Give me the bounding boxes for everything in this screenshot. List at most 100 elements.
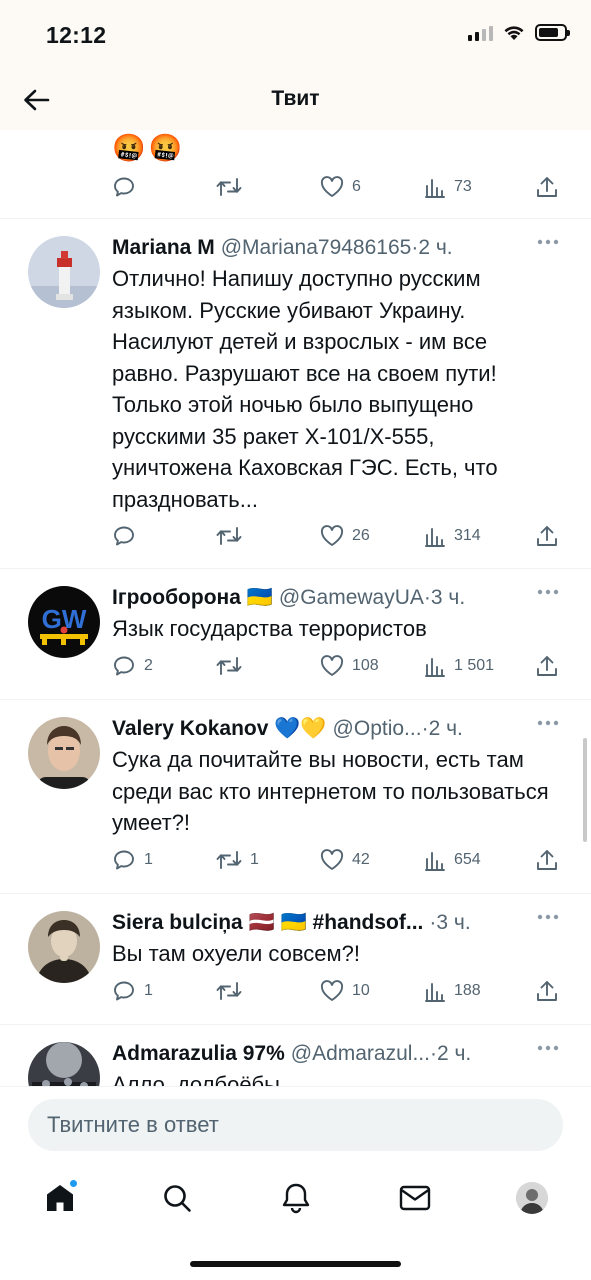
avatar[interactable]: GW <box>28 586 100 658</box>
retweet-button[interactable] <box>216 521 250 551</box>
tweet-time: 2 ч. <box>418 236 453 259</box>
author-name[interactable]: Siera bulciņa 🇱🇻 🇺🇦 #handsof... <box>112 911 423 935</box>
share-icon <box>537 656 557 676</box>
heart-icon <box>320 525 344 546</box>
profile-avatar <box>516 1182 548 1214</box>
views-button[interactable]: 188 <box>424 976 481 1006</box>
share-button[interactable] <box>536 651 558 681</box>
share-button[interactable] <box>536 172 558 202</box>
retweet-button[interactable] <box>216 651 250 681</box>
avatar[interactable] <box>28 717 100 789</box>
more-icon[interactable] <box>537 1045 559 1051</box>
views-button[interactable]: 654 <box>424 845 481 875</box>
like-button[interactable]: 10 <box>320 976 370 1006</box>
page-title: Твит <box>271 87 320 110</box>
views-button[interactable]: 1 501 <box>424 651 494 681</box>
reply-icon <box>114 850 134 870</box>
retweet-icon <box>216 527 242 545</box>
author-name[interactable]: Ігрооборона 🇺🇦 <box>112 586 273 610</box>
tweet-item[interactable]: GW Ігрооборона 🇺🇦 @GamewayUA · 3 ч. Язык… <box>0 569 591 699</box>
tweet-header: Valery Kokanov 💙💛 @Optio... · 2 ч. <box>112 714 523 744</box>
nav-search[interactable] <box>157 1178 197 1218</box>
tweet-text: Язык государства террористов <box>112 616 427 641</box>
share-button[interactable] <box>536 845 558 875</box>
more-icon[interactable] <box>537 589 559 595</box>
like-button[interactable]: 108 <box>320 651 379 681</box>
mail-icon <box>399 1185 431 1211</box>
avatar[interactable] <box>28 1042 100 1086</box>
views-button[interactable]: 314 <box>424 521 481 551</box>
reply-button[interactable]: 2 <box>112 651 153 681</box>
reply-icon <box>114 981 134 1001</box>
share-button[interactable] <box>536 521 558 551</box>
author-handle[interactable]: @Optio... <box>333 717 422 741</box>
retweet-icon <box>216 851 242 869</box>
scrollbar[interactable] <box>583 738 587 842</box>
status-time: 12:12 <box>46 22 107 48</box>
views-chart-icon <box>425 658 445 677</box>
separator: · <box>411 236 419 259</box>
reply-composer: Твитните в ответ <box>0 1086 591 1162</box>
tweet-item[interactable]: Mariana M @Mariana79486165 · 2 ч. Отличн… <box>0 219 591 568</box>
reply-button[interactable] <box>112 521 144 551</box>
tweet-item[interactable]: Valery Kokanov 💙💛 @Optio... · 2 ч. Сука … <box>0 700 591 893</box>
like-button[interactable]: 42 <box>320 845 370 875</box>
cellular-signal-icon <box>468 25 493 41</box>
retweet-icon <box>216 657 242 675</box>
replies-feed[interactable]: 🤬🤬 6 73 Mariana M @Mariana79486165 · 2 ч… <box>0 130 591 1086</box>
share-icon <box>537 850 557 870</box>
reply-button[interactable]: 1 <box>112 976 153 1006</box>
tweet-item[interactable]: Siera bulciņa 🇱🇻 🇺🇦 #handsof... · 3 ч. В… <box>0 894 591 1024</box>
nav-home[interactable] <box>40 1178 80 1218</box>
heart-icon <box>320 849 344 870</box>
heart-icon <box>320 655 344 676</box>
like-button[interactable]: 6 <box>320 172 361 202</box>
tweet-text: Отлично! Напишу доступно русским языком.… <box>112 266 498 512</box>
more-icon[interactable] <box>537 720 559 726</box>
retweet-button[interactable] <box>216 172 250 202</box>
separator: · <box>423 586 431 609</box>
retweet-icon <box>216 178 242 196</box>
tweet-header: Ігрооборона 🇺🇦 @GamewayUA · 3 ч. <box>112 583 523 613</box>
avatar[interactable] <box>28 911 100 983</box>
tweet-actions: 6 73 <box>112 172 572 202</box>
tweet-item[interactable]: Admarazulia 97% @Admarazul... · 2 ч. Алл… <box>0 1025 591 1086</box>
tweet-actions: 1 10 188 <box>112 976 572 1006</box>
tweet-actions: 1 1 42 654 <box>112 845 572 875</box>
author-name[interactable]: Admarazulia 97% <box>112 1042 285 1066</box>
author-handle[interactable]: @Mariana79486165 <box>221 236 412 260</box>
more-icon[interactable] <box>537 914 559 920</box>
bell-icon <box>282 1183 310 1214</box>
views-button[interactable]: 73 <box>424 172 472 202</box>
reply-button[interactable] <box>112 172 144 202</box>
like-button[interactable]: 26 <box>320 521 370 551</box>
nav-profile[interactable] <box>512 1178 552 1218</box>
retweet-button[interactable] <box>216 976 250 1006</box>
tweet-header: Admarazulia 97% @Admarazul... · 2 ч. <box>112 1039 523 1069</box>
share-button[interactable] <box>536 976 558 1006</box>
tweet-time: 3 ч. <box>430 586 466 609</box>
views-chart-icon <box>425 983 445 1002</box>
author-name[interactable]: Mariana M <box>112 236 215 260</box>
tweet-text: Алло, долбоёбы <box>112 1072 280 1086</box>
author-handle[interactable]: @GamewayUA <box>279 586 424 610</box>
views-chart-icon <box>425 852 445 871</box>
reply-button[interactable]: 1 <box>112 845 153 875</box>
views-chart-icon <box>425 179 445 198</box>
author-name[interactable]: Valery Kokanov 💙💛 <box>112 717 327 741</box>
author-handle[interactable]: @Admarazul... <box>291 1042 430 1066</box>
nav-messages[interactable] <box>395 1178 435 1218</box>
share-icon <box>537 981 557 1001</box>
avatar[interactable] <box>28 236 100 308</box>
notification-dot <box>69 1179 78 1188</box>
status-bar: 12:12 <box>0 0 591 70</box>
status-icons <box>468 24 570 41</box>
nav-notifications[interactable] <box>276 1178 316 1218</box>
more-icon[interactable] <box>537 239 559 245</box>
retweet-button[interactable]: 1 <box>216 845 259 875</box>
reply-input[interactable]: Твитните в ответ <box>28 1099 563 1151</box>
tweet-header: Mariana M @Mariana79486165 · 2 ч. <box>112 233 523 263</box>
battery-icon <box>535 24 570 41</box>
heart-icon <box>320 980 344 1001</box>
tweet-time: 2 ч. <box>436 1042 472 1065</box>
